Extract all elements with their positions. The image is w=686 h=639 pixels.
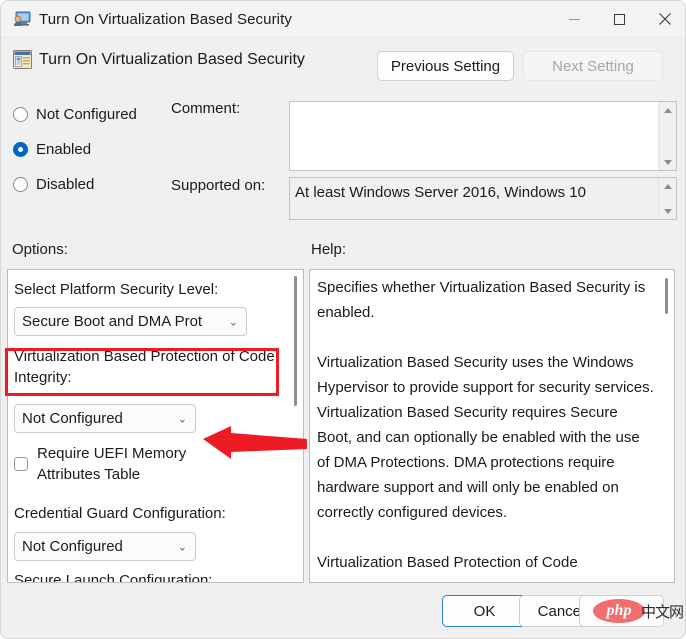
window-title: Turn On Virtualization Based Security [39,11,292,28]
triangle-up-icon[interactable] [659,178,676,194]
radio-label-disabled: Disabled [36,176,94,193]
code-integrity-label: Virtualization Based Protection of Code … [14,346,284,388]
supported-on-label: Supported on: [171,177,265,194]
platform-security-level-value: Secure Boot and DMA Prot [22,313,202,330]
uefi-memory-attributes-checkbox-row[interactable]: Require UEFI Memory Attributes Table [14,443,214,485]
credential-guard-dropdown[interactable]: Not Configured ⌄ [14,532,196,561]
triangle-down-icon[interactable] [659,203,676,219]
triangle-down-icon[interactable] [659,154,676,170]
options-panel: Select Platform Security Level: Secure B… [7,269,304,583]
comment-textarea[interactable] [289,101,677,171]
radio-indicator-disabled [13,177,28,192]
secure-launch-label: Secure Launch Configuration: [14,570,212,583]
supported-on-scrollbar[interactable] [658,178,676,219]
platform-security-level-dropdown[interactable]: Secure Boot and DMA Prot ⌄ [14,307,247,336]
help-panel-scrollbar[interactable] [660,270,674,582]
help-panel: Specifies whether Virtualization Based S… [309,269,675,583]
radio-not-configured[interactable]: Not Configured [13,104,137,124]
radio-enabled[interactable]: Enabled [13,139,91,159]
apply-button[interactable]: Apply [579,595,664,627]
code-integrity-value: Not Configured [22,410,123,427]
supported-on-value: At least Windows Server 2016, Windows 10 [295,183,656,203]
options-panel-scrollbar[interactable] [289,270,303,582]
help-panel-label: Help: [311,241,346,258]
window-titlebar: Turn On Virtualization Based Security [1,1,686,38]
uefi-memory-attributes-label: Require UEFI Memory Attributes Table [37,443,214,485]
triangle-up-icon[interactable] [659,102,676,118]
policy-setting-icon [13,50,32,69]
radio-indicator-not-configured [13,107,28,122]
supported-on-field[interactable]: At least Windows Server 2016, Windows 10 [289,177,677,220]
help-scroll-thumb[interactable] [665,278,668,314]
chevron-down-icon: ⌄ [178,412,187,425]
radio-disabled[interactable]: Disabled [13,174,94,194]
chevron-down-icon: ⌄ [229,315,238,328]
minimize-button[interactable] [552,1,597,37]
radio-label-enabled: Enabled [36,141,91,158]
code-integrity-dropdown[interactable]: Not Configured ⌄ [14,404,196,433]
options-panel-label: Options: [12,241,68,258]
ok-button[interactable]: OK [442,595,527,627]
help-text: Specifies whether Virtualization Based S… [317,275,655,575]
options-scroll-thumb[interactable] [294,276,297,406]
maximize-button[interactable] [597,1,642,37]
radio-indicator-enabled [13,142,28,157]
radio-label-not-configured: Not Configured [36,106,137,123]
next-setting-button: Next Setting [523,51,663,81]
previous-setting-button[interactable]: Previous Setting [377,51,514,81]
chevron-down-icon: ⌄ [178,540,187,553]
group-policy-setting-dialog: Turn On Virtualization Based Security [0,0,686,639]
platform-security-level-label: Select Platform Security Level: [14,279,218,300]
credential-guard-value: Not Configured [22,538,123,555]
computer-user-icon [13,11,31,27]
comment-label: Comment: [171,100,240,117]
close-button[interactable] [642,1,686,37]
credential-guard-label: Credential Guard Configuration: [14,503,226,524]
window-controls [552,1,686,37]
uefi-memory-attributes-checkbox[interactable] [14,457,28,471]
comment-scrollbar[interactable] [658,102,676,170]
setting-title: Turn On Virtualization Based Security [39,51,305,69]
